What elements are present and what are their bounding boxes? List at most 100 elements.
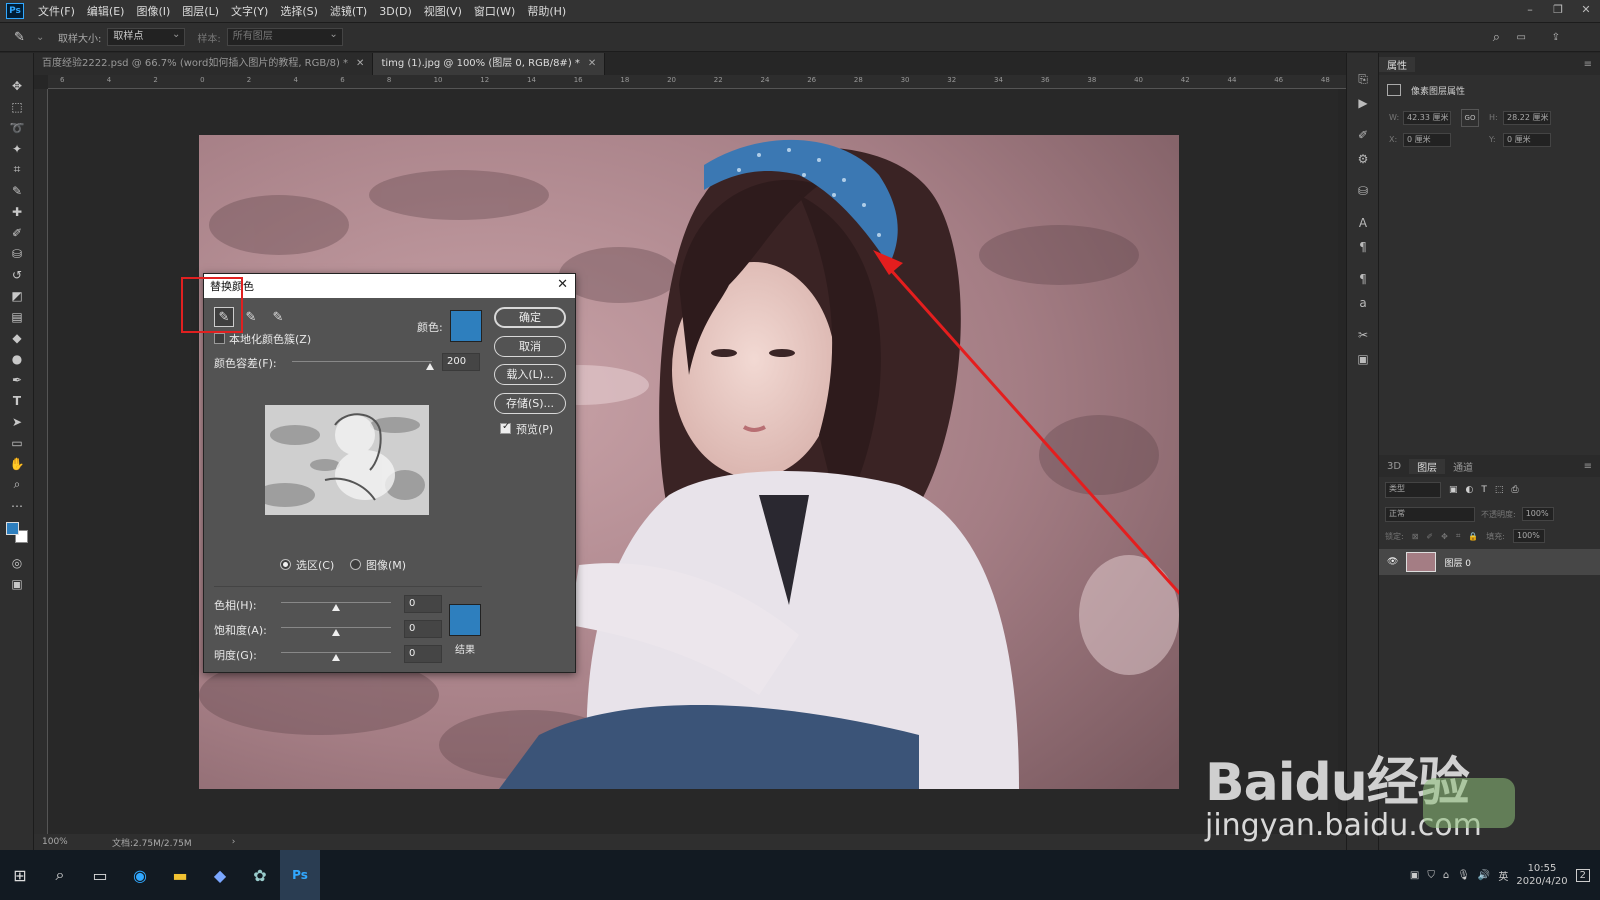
photoshop-logo-icon[interactable]: Ps xyxy=(6,3,24,19)
color-swatches[interactable] xyxy=(0,516,33,552)
more-tools-icon[interactable]: ⋯ xyxy=(0,495,34,516)
tray-mic-icon[interactable]: 🎙 xyxy=(1457,870,1470,881)
menu-view[interactable]: 视图(V) xyxy=(418,3,468,19)
screen-mode-icon[interactable]: ▣ xyxy=(0,573,34,594)
gradient-tool-icon[interactable]: ▤ xyxy=(0,306,34,327)
pen-tool-icon[interactable]: ✒ xyxy=(0,369,34,390)
menu-3d[interactable]: 3D(D) xyxy=(373,5,418,18)
lock-brush-icon[interactable]: ✐ xyxy=(1426,532,1433,541)
menu-edit[interactable]: 编辑(E) xyxy=(81,3,131,19)
menu-layer[interactable]: 图层(L) xyxy=(176,3,225,19)
image-radio[interactable] xyxy=(350,559,361,570)
filter-shape-icon[interactable]: ⬚ xyxy=(1495,485,1504,495)
browser-icon[interactable]: ◉ xyxy=(120,850,160,900)
eyedropper-plus-icon[interactable]: ✎ xyxy=(241,307,261,327)
tray-shield-icon[interactable]: ⛉ xyxy=(1427,870,1435,881)
glyphs-panel-icon[interactable]: ▣ xyxy=(1347,347,1379,371)
target-color-swatch[interactable] xyxy=(450,310,482,342)
lock-artboard-icon[interactable]: ⌗ xyxy=(1456,531,1461,541)
tolerance-thumb[interactable] xyxy=(426,363,434,370)
panel-menu-icon[interactable]: ≡ xyxy=(1576,59,1600,70)
paragraph-panel-icon[interactable]: ¶ xyxy=(1347,235,1379,259)
tab-properties[interactable]: 属性 xyxy=(1379,56,1415,72)
clone-source-icon[interactable]: ⛁ xyxy=(1347,179,1379,203)
stamp-tool-icon[interactable]: ⛁ xyxy=(0,243,34,264)
filter-adjust-icon[interactable]: ◐ xyxy=(1466,485,1474,495)
status-arrow-icon[interactable]: › xyxy=(232,837,236,847)
hand-tool-icon[interactable]: ✋ xyxy=(0,453,34,474)
x-field[interactable]: 0 厘米 xyxy=(1403,133,1451,147)
history-brush-icon[interactable]: ↺ xyxy=(0,264,34,285)
path-select-tool-icon[interactable]: ➤ xyxy=(0,411,34,432)
close-window-icon[interactable]: ✕ xyxy=(1572,0,1600,22)
save-button[interactable]: 存储(S)... xyxy=(494,393,566,414)
tray-ime[interactable]: 英 xyxy=(1498,868,1508,883)
sample-size-select[interactable]: 取样点 xyxy=(107,27,186,46)
foreground-color-swatch[interactable] xyxy=(6,522,19,535)
file-explorer-icon[interactable]: ▬ xyxy=(160,850,200,900)
localized-clusters-checkbox[interactable] xyxy=(214,333,225,344)
tray-volume-icon[interactable]: 🔊 xyxy=(1478,870,1490,881)
hue-thumb[interactable] xyxy=(332,604,340,611)
tray-app-icon[interactable]: ▣ xyxy=(1410,870,1419,881)
menu-window[interactable]: 窗口(W) xyxy=(468,3,521,19)
tab-3d[interactable]: 3D xyxy=(1379,461,1409,472)
hue-field[interactable]: 0 xyxy=(404,595,442,613)
blur-tool-icon[interactable]: ◆ xyxy=(0,327,34,348)
filter-pixel-icon[interactable]: ▣ xyxy=(1449,485,1458,495)
link-icon[interactable]: GO xyxy=(1461,109,1479,127)
qq-icon[interactable]: ✿ xyxy=(240,850,280,900)
tab-document-1[interactable]: 百度经验2222.psd @ 66.7% (word如何插入图片的教程, RGB… xyxy=(34,53,374,75)
tool-preset-chevron-icon[interactable]: ⌄ xyxy=(36,32,52,43)
search-icon[interactable]: ⌕ xyxy=(1493,30,1500,45)
lightness-slider[interactable] xyxy=(281,652,391,653)
layer-kind-filter[interactable]: 类型 xyxy=(1385,482,1441,498)
tab-channels[interactable]: 通道 xyxy=(1445,459,1481,474)
app-icon[interactable]: ◆ xyxy=(200,850,240,900)
quick-mask-icon[interactable]: ◎ xyxy=(0,552,34,573)
hue-slider[interactable] xyxy=(281,602,391,603)
restore-icon[interactable]: ❐ xyxy=(1544,0,1572,22)
layer-row[interactable]: 👁 图层 0 xyxy=(1379,549,1600,575)
notification-badge[interactable]: 2 xyxy=(1575,868,1590,882)
preview-checkbox[interactable] xyxy=(500,421,511,434)
close-tab-icon[interactable]: ✕ xyxy=(588,58,596,69)
tools-preset-icon[interactable]: ✂ xyxy=(1347,323,1379,347)
lasso-tool-icon[interactable]: ➰ xyxy=(0,117,34,138)
eyedropper-tool-icon[interactable]: ✎ xyxy=(14,30,36,45)
eyedropper-icon[interactable]: ✎ xyxy=(0,180,34,201)
menu-file[interactable]: 文件(F) xyxy=(32,3,81,19)
minimize-icon[interactable]: – xyxy=(1516,0,1544,22)
lightness-thumb[interactable] xyxy=(332,654,340,661)
opacity-field[interactable]: 100% xyxy=(1521,507,1554,521)
rectangle-tool-icon[interactable]: ▭ xyxy=(0,432,34,453)
saturation-slider[interactable] xyxy=(281,627,391,628)
close-tab-icon[interactable]: ✕ xyxy=(356,58,364,69)
brush-panel-icon[interactable]: ✐ xyxy=(1347,123,1379,147)
y-field[interactable]: 0 厘米 xyxy=(1503,133,1551,147)
task-view-icon[interactable]: ▭ xyxy=(80,850,120,900)
height-field[interactable]: 28.22 厘米 xyxy=(1503,111,1551,125)
ok-button[interactable]: 确定 xyxy=(494,307,566,328)
saturation-thumb[interactable] xyxy=(332,629,340,636)
menu-select[interactable]: 选择(S) xyxy=(274,3,324,19)
menu-image[interactable]: 图像(I) xyxy=(130,3,176,19)
zoom-tool-icon[interactable]: ⌕ xyxy=(0,474,34,495)
layer-name[interactable]: 图层 0 xyxy=(1444,556,1471,569)
lightness-field[interactable]: 0 xyxy=(404,645,442,663)
adjustments-panel-icon[interactable]: ⚙ xyxy=(1347,147,1379,171)
marquee-tool-icon[interactable]: ⬚ xyxy=(0,96,34,117)
tolerance-field[interactable]: 200 xyxy=(442,353,480,371)
move-tool-icon[interactable]: ✥ xyxy=(0,75,34,96)
brush-tool-icon[interactable]: ✐ xyxy=(0,222,34,243)
tab-layers[interactable]: 图层 xyxy=(1409,458,1446,474)
menu-help[interactable]: 帮助(H) xyxy=(521,3,572,19)
dodge-tool-icon[interactable]: ● xyxy=(0,348,34,369)
paragraph-style-icon[interactable]: ¶ xyxy=(1347,267,1379,291)
history-panel-icon[interactable]: ⎘ xyxy=(1347,67,1379,91)
load-button[interactable]: 载入(L)... xyxy=(494,364,566,385)
taskbar-search-icon[interactable]: ⌕ xyxy=(40,850,80,900)
blend-mode-select[interactable]: 正常 xyxy=(1385,506,1475,522)
width-field[interactable]: 42.33 厘米 xyxy=(1403,111,1451,125)
filter-type-icon[interactable]: T xyxy=(1481,485,1487,495)
